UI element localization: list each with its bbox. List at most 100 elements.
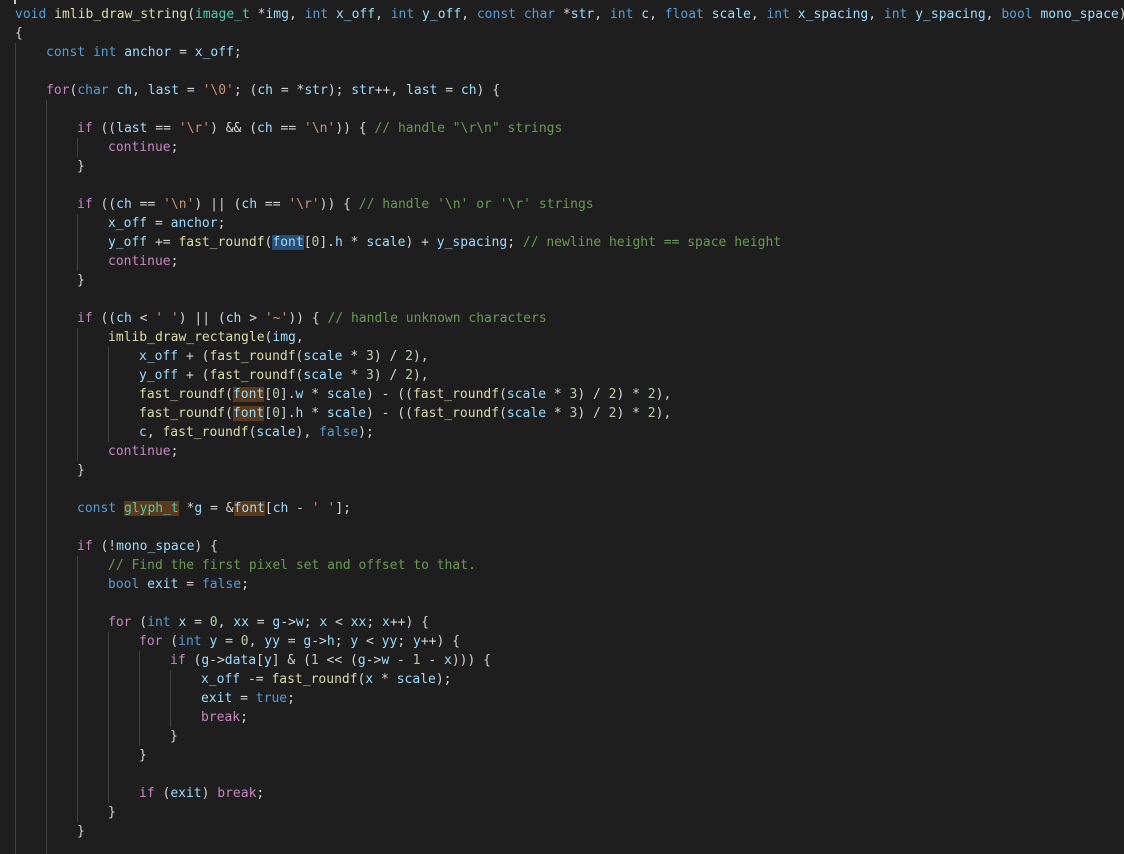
code-token: last [116, 121, 148, 136]
code-line[interactable]: } [0, 461, 1124, 480]
code-token: '\n' [163, 197, 195, 212]
code-line-content: if ((ch < ' ') || (ch > '~')) { // handl… [15, 311, 547, 326]
code-token: x_off [139, 349, 179, 364]
code-line[interactable] [0, 841, 1124, 854]
code-token: > [241, 311, 265, 326]
code-line[interactable] [0, 176, 1124, 195]
code-line[interactable] [0, 290, 1124, 309]
indent-guide [15, 271, 16, 290]
code-token: [ [264, 406, 273, 421]
code-token: for [139, 634, 163, 649]
indent-guide [15, 404, 16, 423]
code-line-content [15, 64, 46, 79]
code-token: = [179, 83, 203, 98]
code-line[interactable]: if ((ch < ' ') || (ch > '~')) { // handl… [0, 309, 1124, 328]
code-token: for [108, 615, 132, 630]
code-line[interactable]: if (g->data[y] & (1 << (g->w - 1 - x))) … [0, 651, 1124, 670]
indent-guide [46, 385, 47, 404]
code-line[interactable]: } [0, 157, 1124, 176]
code-token: << ( [318, 653, 358, 668]
code-line[interactable]: void imlib_draw_string(image_t *img, int… [0, 5, 1124, 24]
code-token: g [201, 653, 210, 668]
code-line[interactable]: if (exit) break; [0, 784, 1124, 803]
code-token: ; [217, 216, 226, 231]
code-line[interactable]: if (!mono_space) { [0, 537, 1124, 556]
code-line[interactable]: { [0, 24, 1124, 43]
code-editor[interactable]: void imlib_draw_string(image_t *img, int… [0, 0, 1124, 854]
code-token: font [272, 235, 304, 250]
code-line[interactable]: imlib_draw_rectangle(img, [0, 328, 1124, 347]
code-line[interactable] [0, 518, 1124, 537]
code-token: false [319, 425, 359, 440]
code-line[interactable]: continue; [0, 442, 1124, 461]
code-token: 2 [647, 387, 656, 402]
code-line[interactable]: break; [0, 708, 1124, 727]
code-line[interactable]: fast_roundf(font[0].h * scale) - ((fast_… [0, 404, 1124, 423]
code-line[interactable]: } [0, 727, 1124, 746]
indent-guide [77, 404, 78, 423]
code-token: int [92, 45, 117, 60]
code-line[interactable]: const int anchor = x_off; [0, 43, 1124, 62]
code-line[interactable]: } [0, 822, 1124, 841]
code-token: < [131, 311, 156, 326]
code-line[interactable]: for(char ch, last = '\0'; (ch = *str); s… [0, 81, 1124, 100]
code-line[interactable] [0, 765, 1124, 784]
code-token: scale [506, 406, 547, 421]
code-line[interactable]: const glyph_t *g = &font[ch - ' ']; [0, 499, 1124, 518]
code-line[interactable]: x_off = anchor; [0, 214, 1124, 233]
code-line[interactable]: c, fast_roundf(scale), false); [0, 423, 1124, 442]
code-line[interactable]: if ((last == '\r') && (ch == '\n')) { //… [0, 119, 1124, 138]
code-line[interactable] [0, 480, 1124, 499]
code-token: ))) { [451, 653, 491, 668]
code-area[interactable]: void imlib_draw_string(image_t *img, int… [0, 5, 1124, 854]
code-token: ) && ( [210, 121, 258, 136]
code-line[interactable]: x_off -= fast_roundf(x * scale); [0, 670, 1124, 689]
code-line[interactable]: y_off += fast_roundf(font[0].h * scale) … [0, 233, 1124, 252]
indent-guide [46, 214, 47, 233]
code-token: ; [170, 254, 179, 269]
code-token: ), [412, 349, 429, 364]
code-line[interactable]: bool exit = false; [0, 575, 1124, 594]
code-line[interactable]: } [0, 746, 1124, 765]
code-line[interactable]: y_off + (fast_roundf(scale * 3) / 2), [0, 366, 1124, 385]
indent-guide [46, 727, 47, 746]
indent-guide [170, 689, 171, 708]
code-line[interactable] [0, 594, 1124, 613]
code-token: ), [655, 387, 672, 402]
code-line-content: for(char ch, last = '\0'; (ch = *str); s… [15, 83, 500, 98]
code-token: '\r' [288, 197, 320, 212]
indent-guide [77, 252, 78, 271]
code-token: scale [326, 406, 366, 421]
indent-guide [46, 803, 47, 822]
code-token: h [326, 634, 335, 649]
indent-guide [108, 651, 109, 670]
code-line[interactable]: x_off + (fast_roundf(scale * 3) / 2), [0, 347, 1124, 366]
code-line[interactable]: continue; [0, 138, 1124, 157]
code-token: ch [257, 121, 273, 136]
code-line[interactable]: for (int y = 0, yy = g->h; y < yy; y++) … [0, 632, 1124, 651]
code-token: , [217, 615, 234, 630]
code-line[interactable]: } [0, 271, 1124, 290]
code-token: * [303, 406, 327, 421]
code-token: - [389, 653, 413, 668]
code-line[interactable]: exit = true; [0, 689, 1124, 708]
code-line[interactable]: fast_roundf(font[0].w * scale) - ((fast_… [0, 385, 1124, 404]
code-line[interactable]: // Find the first pixel set and offset t… [0, 556, 1124, 575]
indent-guide [139, 727, 140, 746]
code-line[interactable] [0, 100, 1124, 119]
code-line[interactable]: } [0, 803, 1124, 822]
code-token: == [131, 197, 164, 212]
code-token: str [351, 83, 375, 98]
indent-guide [77, 613, 78, 632]
code-line[interactable]: continue; [0, 252, 1124, 271]
code-line[interactable]: for (int x = 0, xx = g->w; x < xx; x++) … [0, 613, 1124, 632]
code-token: ; [507, 235, 523, 250]
code-line[interactable] [0, 62, 1124, 81]
code-line[interactable]: if ((ch == '\n') || (ch == '\r')) { // h… [0, 195, 1124, 214]
code-token: x_off [108, 216, 148, 231]
indent-guide [77, 556, 78, 575]
code-token: int [766, 7, 790, 22]
code-token: int [390, 7, 415, 22]
